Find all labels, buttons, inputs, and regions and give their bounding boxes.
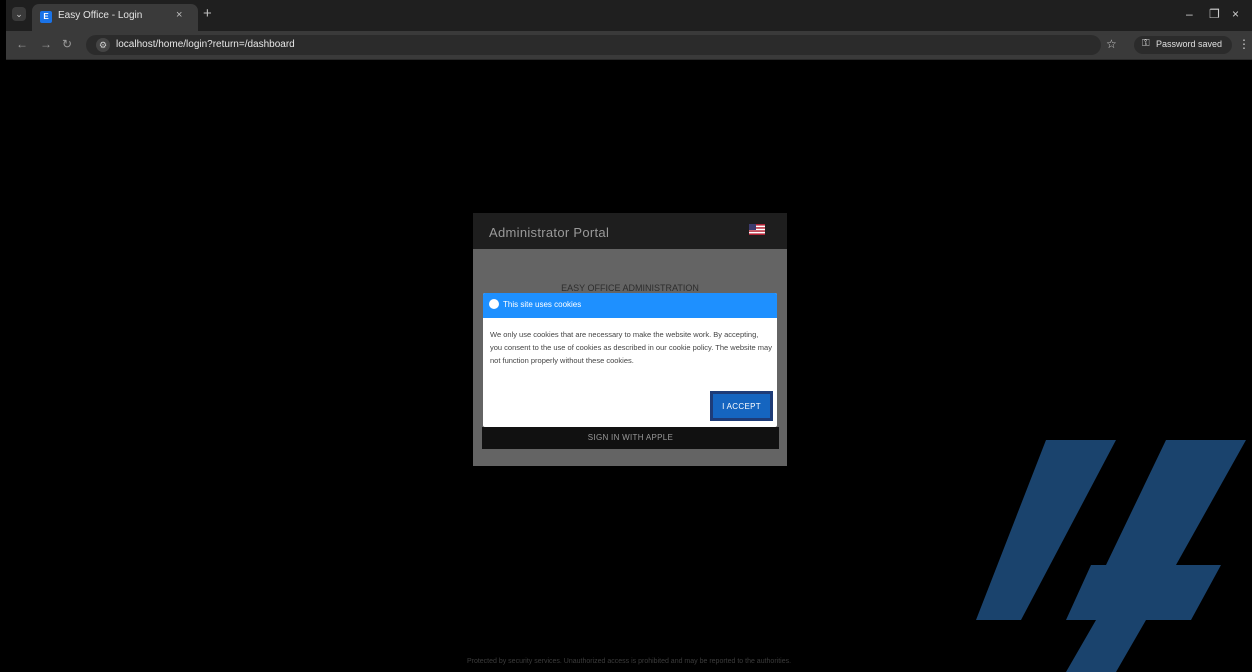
modal-header: This site uses cookies [483, 293, 777, 318]
us-flag-icon[interactable] [749, 224, 765, 235]
sign-in-apple-label: SIGN IN WITH APPLE [587, 433, 674, 442]
sign-in-apple-button[interactable]: SIGN IN WITH APPLE [482, 427, 779, 449]
restore-button[interactable]: ❐ [1209, 7, 1220, 21]
tab-close-icon[interactable]: × [176, 9, 182, 21]
portal-title: Administrator Portal [489, 225, 610, 240]
footer-text: Protected by security services. Unauthor… [466, 658, 792, 665]
password-chip-label: Password saved [1156, 39, 1223, 49]
back-icon[interactable]: ← [16, 37, 28, 51]
tab-search-icon[interactable]: ⌄ [12, 7, 26, 21]
url-text[interactable]: localhost/home/login?return=/dashboard [116, 39, 295, 50]
address-bar[interactable]: ⚙ localhost/home/login?return=/dashboard [86, 35, 1101, 55]
menu-icon[interactable]: ⋮ [1238, 37, 1250, 51]
site-info-icon[interactable]: ⚙ [96, 38, 110, 52]
new-tab-button[interactable]: + [203, 6, 212, 22]
forward-icon[interactable]: → [40, 37, 52, 51]
accept-button[interactable]: I ACCEPT [710, 391, 773, 421]
reload-icon[interactable]: ↻ [62, 37, 72, 51]
cookie-icon [489, 299, 499, 309]
password-chip[interactable]: ⚿ Password saved [1134, 36, 1232, 54]
portal-subtitle: EASY OFFICE ADMINISTRATION [561, 283, 699, 293]
browser-tab[interactable]: E Easy Office - Login × [32, 4, 198, 31]
modal-title: This site uses cookies [503, 300, 582, 309]
tab-title: Easy Office - Login [58, 10, 143, 21]
portal-header: Administrator Portal [473, 213, 787, 249]
minimize-button[interactable]: – [1186, 7, 1193, 21]
page-content: Administrator Portal EASY OFFICE ADMINIS… [6, 60, 1252, 672]
browser-toolbar: ← → ↻ ⚙ localhost/home/login?return=/das… [6, 31, 1252, 60]
browser-window: ⌄ E Easy Office - Login × + – ❐ × ← → ↻ … [6, 0, 1252, 672]
close-window-button[interactable]: × [1232, 7, 1239, 21]
modal-body-text: We only use cookies that are necessary t… [490, 330, 772, 365]
star-icon[interactable]: ☆ [1106, 37, 1117, 51]
key-icon: ⚿ [1142, 38, 1150, 49]
tab-strip: ⌄ E Easy Office - Login × + – ❐ × [6, 0, 1252, 31]
favicon-icon: E [40, 11, 52, 23]
brand-logo [976, 440, 1246, 672]
cookie-consent-modal: This site uses cookies We only use cooki… [483, 293, 777, 427]
